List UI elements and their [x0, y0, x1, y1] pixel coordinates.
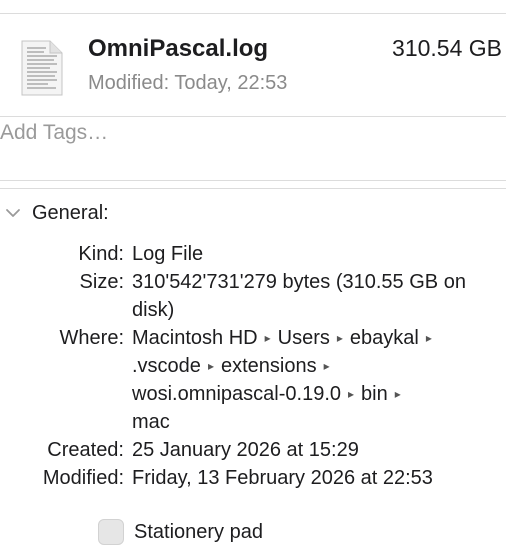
tags-divider-top — [0, 180, 506, 181]
tags-divider-bottom — [0, 188, 506, 189]
chevron-down-icon — [6, 209, 20, 217]
path-component: extensions — [220, 355, 317, 377]
triangle-right-icon: ▸ — [394, 387, 401, 401]
tags-input[interactable] — [0, 118, 490, 148]
stationery-pad-option: Stationery pad — [98, 519, 263, 545]
kind-value: Log File — [132, 243, 204, 265]
triangle-right-icon: ▸ — [348, 387, 355, 401]
modified-label: Modified: — [42, 467, 124, 489]
size-label: Size: — [79, 271, 124, 293]
path-component: mac — [132, 411, 170, 433]
header-divider — [0, 116, 506, 117]
path-component: bin — [361, 383, 388, 405]
triangle-right-icon: ▸ — [323, 359, 330, 373]
path-component: Users — [277, 327, 330, 349]
top-divider — [0, 13, 506, 14]
where-path: Macintosh HD ▸ Users ▸ ebaykal ▸ .vscode ▸ exten… — [132, 324, 502, 436]
general-section-toggle[interactable]: General: — [4, 199, 109, 227]
stationery-pad-checkbox[interactable] — [98, 519, 124, 545]
general-info: Kind: Log File Size: 310'542'731'279 byt… — [0, 240, 506, 492]
triangle-right-icon: ▸ — [264, 331, 271, 345]
kind-label: Kind: — [78, 243, 124, 265]
path-component: wosi.omnipascal-0.19.0 — [132, 383, 341, 405]
where-label: Where: — [59, 327, 124, 349]
size-value: 310'542'731'279 bytes (310.55 GB on disk… — [132, 271, 466, 321]
created-label: Created: — [47, 439, 124, 461]
file-name: OmniPascal.log — [88, 35, 269, 62]
path-component: .vscode — [132, 355, 201, 377]
document-icon — [20, 40, 64, 96]
modified-summary: Modified: Today, 22:53 — [88, 72, 288, 94]
path-component: ebaykal — [349, 327, 419, 349]
path-component: Macintosh HD — [132, 327, 258, 349]
triangle-right-icon: ▸ — [336, 331, 343, 345]
stationery-pad-label: Stationery pad — [134, 520, 263, 543]
triangle-right-icon: ▸ — [425, 331, 432, 345]
triangle-right-icon: ▸ — [207, 359, 214, 373]
file-size: 310.54 GB — [392, 35, 502, 61]
created-value: 25 January 2026 at 15:29 — [132, 439, 359, 461]
modified-value: Friday, 13 February 2026 at 22:53 — [132, 467, 433, 489]
general-section-title: General: — [32, 201, 109, 224]
